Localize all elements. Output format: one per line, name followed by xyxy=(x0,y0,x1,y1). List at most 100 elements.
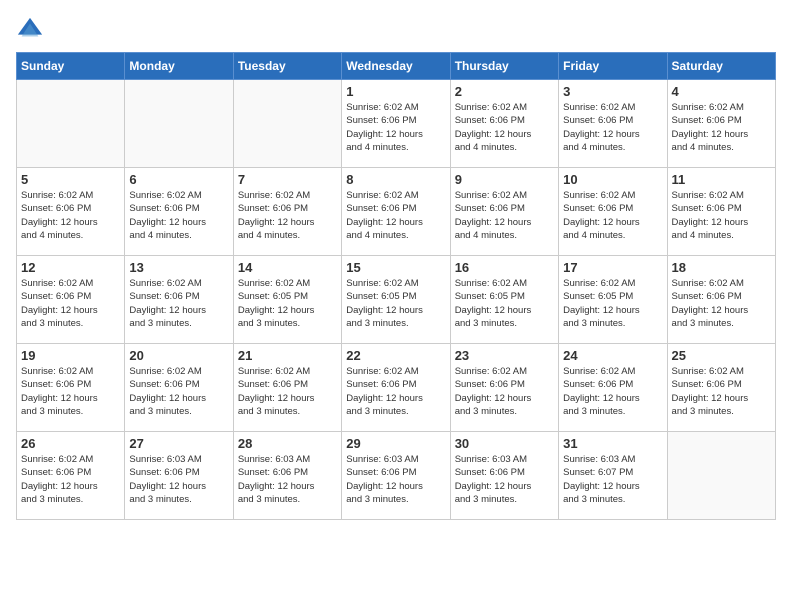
day-number: 7 xyxy=(238,172,337,187)
day-info: Sunrise: 6:02 AM Sunset: 6:06 PM Dayligh… xyxy=(672,189,771,242)
day-info: Sunrise: 6:02 AM Sunset: 6:06 PM Dayligh… xyxy=(21,453,120,506)
day-info: Sunrise: 6:02 AM Sunset: 6:06 PM Dayligh… xyxy=(672,277,771,330)
calendar-cell: 26 Sunrise: 6:02 AM Sunset: 6:06 PM Dayli… xyxy=(17,432,125,520)
day-number: 31 xyxy=(563,436,662,451)
weekday-header-sunday: Sunday xyxy=(17,53,125,80)
day-number: 4 xyxy=(672,84,771,99)
day-number: 8 xyxy=(346,172,445,187)
day-number: 18 xyxy=(672,260,771,275)
calendar-cell: 3 Sunrise: 6:02 AM Sunset: 6:06 PM Daylig… xyxy=(559,80,667,168)
day-number: 27 xyxy=(129,436,228,451)
calendar-cell: 15 Sunrise: 6:02 AM Sunset: 6:05 PM Dayli… xyxy=(342,256,450,344)
day-info: Sunrise: 6:02 AM Sunset: 6:06 PM Dayligh… xyxy=(346,189,445,242)
calendar-cell: 20 Sunrise: 6:02 AM Sunset: 6:06 PM Dayli… xyxy=(125,344,233,432)
calendar-week-row: 1Sunrise: 6:02 AM Sunset: 6:06 PM Daylig… xyxy=(17,80,776,168)
day-info: Sunrise: 6:02 AM Sunset: 6:06 PM Dayligh… xyxy=(672,101,771,154)
day-info: Sunrise: 6:02 AM Sunset: 6:06 PM Dayligh… xyxy=(455,189,554,242)
day-number: 25 xyxy=(672,348,771,363)
day-number: 5 xyxy=(21,172,120,187)
weekday-header-monday: Monday xyxy=(125,53,233,80)
calendar-cell: 30 Sunrise: 6:03 AM Sunset: 6:06 PM Dayli… xyxy=(450,432,558,520)
day-number: 21 xyxy=(238,348,337,363)
weekday-header-saturday: Saturday xyxy=(667,53,775,80)
day-info: Sunrise: 6:02 AM Sunset: 6:06 PM Dayligh… xyxy=(346,365,445,418)
calendar-cell: 1Sunrise: 6:02 AM Sunset: 6:06 PM Daylig… xyxy=(342,80,450,168)
day-number: 24 xyxy=(563,348,662,363)
calendar-cell: 7 Sunrise: 6:02 AM Sunset: 6:06 PM Daylig… xyxy=(233,168,341,256)
calendar-cell: 2 Sunrise: 6:02 AM Sunset: 6:06 PM Daylig… xyxy=(450,80,558,168)
day-info: Sunrise: 6:02 AM Sunset: 6:06 PM Dayligh… xyxy=(21,277,120,330)
page-header xyxy=(16,16,776,44)
day-number: 19 xyxy=(21,348,120,363)
day-info: Sunrise: 6:03 AM Sunset: 6:06 PM Dayligh… xyxy=(455,453,554,506)
day-number: 13 xyxy=(129,260,228,275)
day-info: Sunrise: 6:02 AM Sunset: 6:05 PM Dayligh… xyxy=(563,277,662,330)
calendar-cell: 8 Sunrise: 6:02 AM Sunset: 6:06 PM Daylig… xyxy=(342,168,450,256)
calendar-cell xyxy=(233,80,341,168)
day-number: 12 xyxy=(21,260,120,275)
day-info: Sunrise: 6:02 AM Sunset: 6:05 PM Dayligh… xyxy=(455,277,554,330)
calendar-cell: 13Sunrise: 6:02 AM Sunset: 6:06 PM Dayli… xyxy=(125,256,233,344)
day-number: 9 xyxy=(455,172,554,187)
calendar-cell: 24Sunrise: 6:02 AM Sunset: 6:06 PM Dayli… xyxy=(559,344,667,432)
day-number: 28 xyxy=(238,436,337,451)
day-number: 23 xyxy=(455,348,554,363)
day-number: 3 xyxy=(563,84,662,99)
day-info: Sunrise: 6:02 AM Sunset: 6:06 PM Dayligh… xyxy=(129,189,228,242)
day-info: Sunrise: 6:03 AM Sunset: 6:07 PM Dayligh… xyxy=(563,453,662,506)
day-info: Sunrise: 6:02 AM Sunset: 6:06 PM Dayligh… xyxy=(563,101,662,154)
calendar-cell: 21Sunrise: 6:02 AM Sunset: 6:06 PM Dayli… xyxy=(233,344,341,432)
calendar-cell: 23 Sunrise: 6:02 AM Sunset: 6:06 PM Dayli… xyxy=(450,344,558,432)
calendar-week-row: 12 Sunrise: 6:02 AM Sunset: 6:06 PM Dayli… xyxy=(17,256,776,344)
day-info: Sunrise: 6:03 AM Sunset: 6:06 PM Dayligh… xyxy=(129,453,228,506)
calendar-week-row: 5 Sunrise: 6:02 AM Sunset: 6:06 PM Daylig… xyxy=(17,168,776,256)
day-number: 10 xyxy=(563,172,662,187)
day-info: Sunrise: 6:02 AM Sunset: 6:06 PM Dayligh… xyxy=(672,365,771,418)
day-info: Sunrise: 6:02 AM Sunset: 6:06 PM Dayligh… xyxy=(129,365,228,418)
calendar-cell: 12 Sunrise: 6:02 AM Sunset: 6:06 PM Dayli… xyxy=(17,256,125,344)
header-row: SundayMondayTuesdayWednesdayThursdayFrid… xyxy=(17,53,776,80)
calendar-cell: 27 Sunrise: 6:03 AM Sunset: 6:06 PM Dayli… xyxy=(125,432,233,520)
day-number: 20 xyxy=(129,348,228,363)
day-number: 14 xyxy=(238,260,337,275)
day-info: Sunrise: 6:02 AM Sunset: 6:06 PM Dayligh… xyxy=(455,101,554,154)
calendar-cell: 31 Sunrise: 6:03 AM Sunset: 6:07 PM Dayli… xyxy=(559,432,667,520)
day-number: 2 xyxy=(455,84,554,99)
day-info: Sunrise: 6:02 AM Sunset: 6:06 PM Dayligh… xyxy=(238,189,337,242)
day-number: 29 xyxy=(346,436,445,451)
calendar-week-row: 26 Sunrise: 6:02 AM Sunset: 6:06 PM Dayli… xyxy=(17,432,776,520)
calendar-cell: 6 Sunrise: 6:02 AM Sunset: 6:06 PM Daylig… xyxy=(125,168,233,256)
calendar-cell: 11 Sunrise: 6:02 AM Sunset: 6:06 PM Dayli… xyxy=(667,168,775,256)
calendar-week-row: 19 Sunrise: 6:02 AM Sunset: 6:06 PM Dayli… xyxy=(17,344,776,432)
logo xyxy=(16,16,48,44)
day-number: 15 xyxy=(346,260,445,275)
weekday-header-wednesday: Wednesday xyxy=(342,53,450,80)
calendar-cell xyxy=(667,432,775,520)
calendar-cell: 29Sunrise: 6:03 AM Sunset: 6:06 PM Dayli… xyxy=(342,432,450,520)
calendar-table: SundayMondayTuesdayWednesdayThursdayFrid… xyxy=(16,52,776,520)
calendar-cell: 25 Sunrise: 6:02 AM Sunset: 6:06 PM Dayli… xyxy=(667,344,775,432)
day-info: Sunrise: 6:02 AM Sunset: 6:06 PM Dayligh… xyxy=(563,189,662,242)
day-number: 22 xyxy=(346,348,445,363)
day-number: 6 xyxy=(129,172,228,187)
calendar-cell xyxy=(125,80,233,168)
day-number: 26 xyxy=(21,436,120,451)
calendar-cell xyxy=(17,80,125,168)
day-info: Sunrise: 6:02 AM Sunset: 6:05 PM Dayligh… xyxy=(346,277,445,330)
day-number: 11 xyxy=(672,172,771,187)
calendar-cell: 19 Sunrise: 6:02 AM Sunset: 6:06 PM Dayli… xyxy=(17,344,125,432)
day-info: Sunrise: 6:02 AM Sunset: 6:06 PM Dayligh… xyxy=(21,365,120,418)
weekday-header-tuesday: Tuesday xyxy=(233,53,341,80)
weekday-header-friday: Friday xyxy=(559,53,667,80)
calendar-cell: 18 Sunrise: 6:02 AM Sunset: 6:06 PM Dayli… xyxy=(667,256,775,344)
day-info: Sunrise: 6:03 AM Sunset: 6:06 PM Dayligh… xyxy=(238,453,337,506)
calendar-cell: 17Sunrise: 6:02 AM Sunset: 6:05 PM Dayli… xyxy=(559,256,667,344)
calendar-cell: 10 Sunrise: 6:02 AM Sunset: 6:06 PM Dayli… xyxy=(559,168,667,256)
calendar-cell: 9 Sunrise: 6:02 AM Sunset: 6:06 PM Daylig… xyxy=(450,168,558,256)
calendar-cell: 28 Sunrise: 6:03 AM Sunset: 6:06 PM Dayli… xyxy=(233,432,341,520)
calendar-cell: 16 Sunrise: 6:02 AM Sunset: 6:05 PM Dayli… xyxy=(450,256,558,344)
day-info: Sunrise: 6:02 AM Sunset: 6:06 PM Dayligh… xyxy=(455,365,554,418)
day-number: 16 xyxy=(455,260,554,275)
day-number: 30 xyxy=(455,436,554,451)
calendar-cell: 4 Sunrise: 6:02 AM Sunset: 6:06 PM Daylig… xyxy=(667,80,775,168)
